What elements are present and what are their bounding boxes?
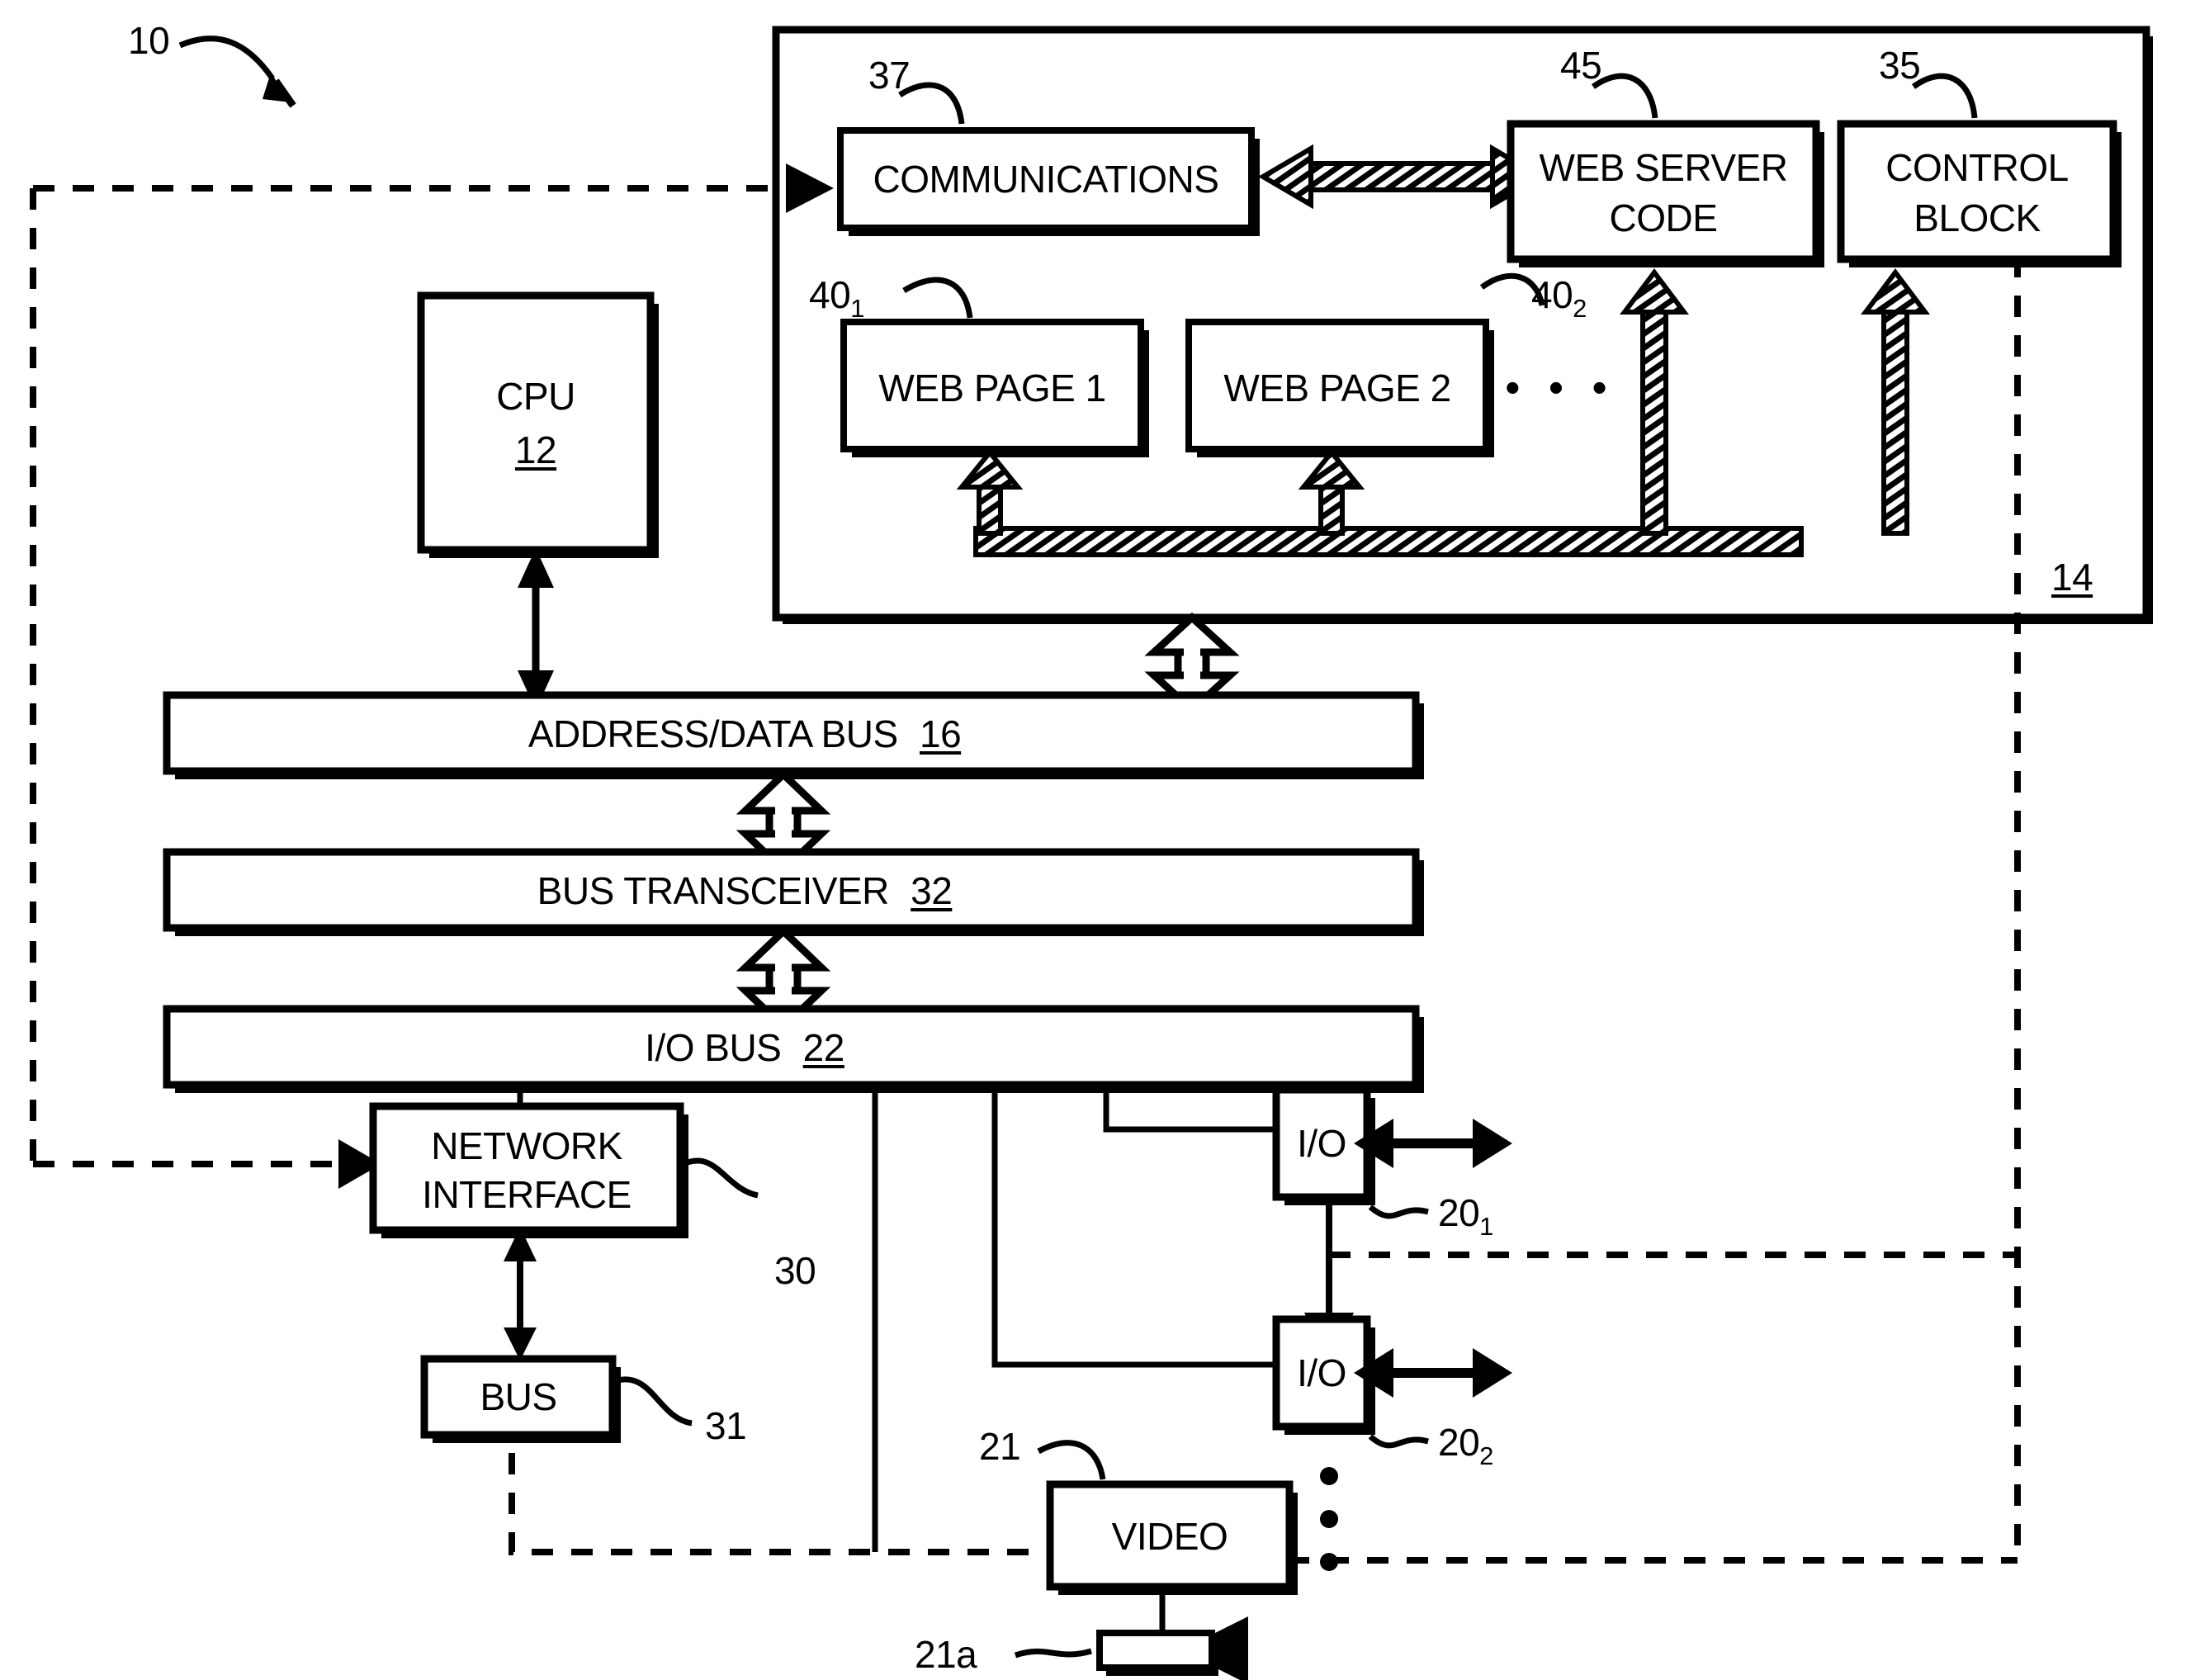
ref-20-1-base: 20 (1438, 1191, 1480, 1234)
ref-20-1: 201 (1438, 1190, 1493, 1242)
ref-20-2-sub: 2 (1479, 1441, 1493, 1470)
cpu-label: CPU (496, 375, 575, 418)
figure-ref-10: 10 (128, 19, 170, 62)
network-interface-label-line2: INTERFACE (422, 1173, 632, 1216)
lead-30 (682, 1157, 759, 1199)
ref-40-2-base: 40 (1531, 273, 1573, 316)
ref-30: 30 (774, 1249, 816, 1292)
ni-bus-arrow (504, 1227, 537, 1361)
cpu-box (417, 291, 655, 554)
address-data-bus-ref: 16 (919, 712, 962, 755)
io-ellipsis-dot (1320, 1553, 1338, 1571)
ref-31: 31 (705, 1404, 747, 1447)
web-page-ellipsis: • • • (1505, 364, 1616, 412)
drop-to-io1 (1103, 1093, 1275, 1133)
io-bus-label: I/O BUS 22 (645, 1025, 844, 1070)
bus-label: BUS (480, 1375, 557, 1418)
patent-figure: 10 37 45 35 COMMUNICATIONS WEB SERVER CO… (0, 0, 2195, 1680)
control-block-label-line1: CONTROL (1885, 146, 2069, 189)
lead-31 (617, 1376, 693, 1427)
io-1-external-arrow (1354, 1119, 1512, 1168)
drop-to-io2 (991, 1093, 1275, 1368)
ref-21a: 21a (915, 1633, 977, 1676)
web-page-2-label: WEB PAGE 2 (1223, 367, 1451, 409)
lead-20-2 (1368, 1434, 1429, 1449)
ref-20-1-sub: 1 (1479, 1211, 1493, 1241)
io-bus-ref: 22 (802, 1026, 845, 1069)
io-1-label: I/O (1297, 1122, 1346, 1165)
address-data-bus-label: ADDRESS/DATA BUS 16 (527, 712, 962, 756)
ref-20-2: 202 (1438, 1420, 1493, 1471)
bus-transceiver-text: BUS TRANSCEIVER (537, 869, 890, 912)
control-block-label-line2: BLOCK (1914, 196, 2041, 239)
ref-35: 35 (1879, 44, 1921, 87)
io-ellipsis-dot (1320, 1467, 1338, 1485)
ref-37: 37 (868, 54, 911, 97)
io-ellipsis-dot (1320, 1510, 1338, 1528)
lead-10 (178, 35, 275, 81)
bus-transceiver-ref: 32 (911, 869, 953, 912)
video-label: VIDEO (1111, 1515, 1228, 1558)
ref-40-1-sub: 1 (850, 293, 864, 323)
web-page-1-label: WEB PAGE 1 (878, 367, 1106, 409)
io-2-external-arrow (1354, 1348, 1512, 1398)
communications-label: COMMUNICATIONS (873, 158, 1219, 201)
web-server-code-label-line2: CODE (1609, 196, 1718, 239)
diagram-lines (30, 26, 2153, 1680)
cpu-ref: 12 (514, 428, 557, 471)
ref-40-2-sub: 2 (1573, 293, 1587, 323)
network-interface-label-line1: NETWORK (431, 1124, 622, 1167)
io-2-label: I/O (1297, 1351, 1346, 1394)
cpu-bus-arrow (518, 548, 554, 710)
ref-21: 21 (979, 1425, 1021, 1468)
ref-14: 14 (2051, 556, 2093, 599)
lead-21a (1014, 1648, 1092, 1659)
ref-40-1: 401 (809, 272, 864, 324)
io-bus-text: I/O BUS (645, 1026, 782, 1069)
bus-transceiver-label: BUS TRANSCEIVER 32 (537, 868, 953, 913)
address-data-bus-text: ADDRESS/DATA BUS (527, 712, 898, 755)
ref-20-2-base: 20 (1438, 1421, 1480, 1464)
ref-45: 45 (1560, 44, 1602, 87)
web-server-code-label-line1: WEB SERVER (1539, 146, 1788, 189)
lead-20-1 (1368, 1204, 1429, 1219)
lead-21 (1037, 1440, 1106, 1480)
camera-icon (1096, 1616, 1248, 1680)
ref-40-1-base: 40 (809, 273, 851, 316)
ref-40-2: 402 (1531, 272, 1587, 324)
